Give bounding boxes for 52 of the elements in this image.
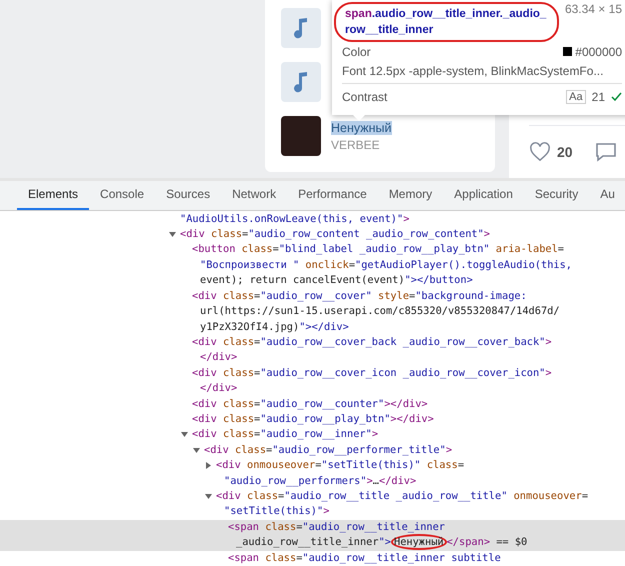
track-title[interactable]: Ненужный bbox=[331, 120, 392, 134]
element-size: 63.34 × 15 bbox=[564, 2, 622, 18]
code-line: </div> bbox=[199, 350, 238, 366]
element-selector: span.audio_row__title_inner._audio_row__title_inner bbox=[345, 8, 546, 36]
code-line: <button class="blind_label _audio_row__play_btn" aria-label= bbox=[191, 242, 565, 258]
like-count: 20 bbox=[557, 144, 573, 160]
collapsed-caret-icon[interactable] bbox=[205, 462, 212, 470]
code-line: <div onmouseover="setTitle(this)" class= bbox=[0, 458, 625, 474]
contrast-label: Contrast bbox=[342, 90, 388, 104]
code-line: <div class="audio_row_content _audio_row_content"> bbox=[0, 227, 625, 242]
code-line: "AudioUtils.onRowLeave(this, event)"> bbox=[179, 212, 410, 227]
devtools-tab[interactable]: Sources bbox=[155, 180, 222, 210]
devtools-tab[interactable]: Au bbox=[589, 180, 625, 210]
code-line: y1PzX32OfI4.jpg)"></div> bbox=[199, 320, 350, 334]
code-line: <div class="audio_row__inner"> bbox=[0, 427, 625, 443]
devtools-tab[interactable]: Performance bbox=[287, 180, 378, 210]
code-line: </div> bbox=[199, 381, 238, 396]
code-line: <div class="audio_row__title _audio_row__title" onmouseover= bbox=[0, 488, 625, 504]
code-line: <div class="audio_row__cover_icon _audio_row__cover_icon"> bbox=[191, 366, 553, 381]
code-line: "audio_row__performers">…</div> bbox=[223, 474, 418, 489]
color-label: Color bbox=[342, 44, 371, 58]
music-note-icon bbox=[294, 71, 308, 93]
devtools-tab[interactable]: Security bbox=[524, 180, 590, 210]
code-line: "setTitle(this)"> bbox=[223, 504, 330, 520]
contrast-ratio: 21 bbox=[592, 90, 605, 104]
code-line: <span class="audio_row__title_inner bbox=[227, 520, 446, 535]
code-line: <div class="audio_row__performer_title"> bbox=[0, 442, 625, 458]
code-line: _audio_row__title_inner"> Ненужный </span> == $0 bbox=[235, 535, 528, 551]
expanded-caret-icon[interactable] bbox=[181, 431, 188, 438]
code-line: <div class="audio_row__cover" style="background-image: bbox=[191, 288, 528, 304]
heart-icon[interactable] bbox=[529, 142, 551, 162]
code-line: <div class="audio_row__play_btn"></div> bbox=[191, 412, 435, 427]
expanded-caret-icon[interactable] bbox=[193, 446, 200, 454]
font-info: Font 12.5px -apple-system, BlinkMacSystemFo... bbox=[342, 64, 604, 78]
code-line: <div class="audio_row__counter"></div> bbox=[191, 396, 429, 412]
music-note-icon bbox=[294, 17, 308, 39]
devtools-tab[interactable]: Application bbox=[443, 180, 524, 210]
code-line: url(https://sun1-15.userapi.com/c855320/v855320847/14d67d/ bbox=[199, 304, 561, 320]
devtools-tab[interactable]: Network bbox=[221, 180, 288, 210]
code-line: <span class="audio_row__title_inner subtitle bbox=[227, 550, 502, 566]
contrast-sample: Aa bbox=[566, 90, 586, 104]
audio-cover-tile[interactable] bbox=[281, 8, 321, 48]
devtools-tab[interactable]: Memory bbox=[378, 180, 444, 210]
code-line: "Воспроизвести " onclick="getAudioPlayer().toggleAudio(this, bbox=[199, 258, 573, 273]
color-value: #000000 bbox=[563, 44, 622, 58]
comment-icon[interactable] bbox=[594, 142, 617, 162]
code-line: <div class="audio_row__cover_back _audio_row__cover_back"> bbox=[191, 334, 553, 350]
audio-cover-tile[interactable] bbox=[281, 62, 321, 102]
code-line: event); return cancelEvent(event)"></button> bbox=[199, 273, 474, 288]
expanded-caret-icon[interactable] bbox=[205, 492, 212, 500]
expanded-caret-icon[interactable] bbox=[169, 231, 176, 238]
devtools-tab[interactable]: Console bbox=[89, 180, 156, 210]
